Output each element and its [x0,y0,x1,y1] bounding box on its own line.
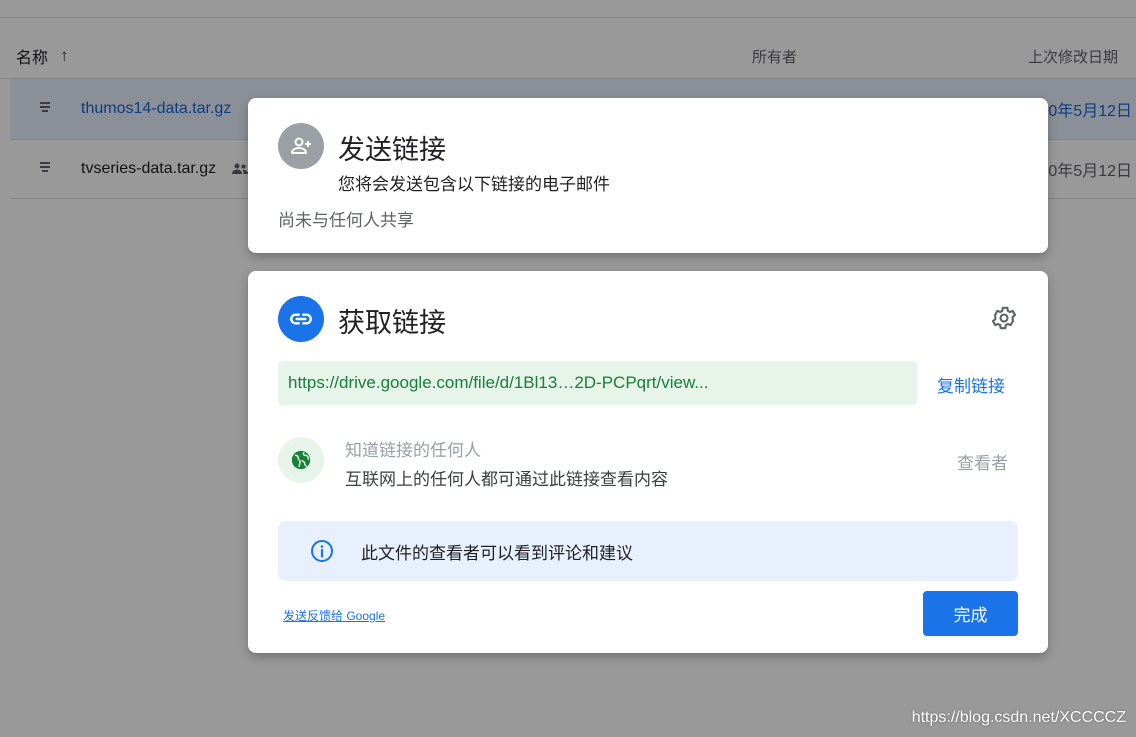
person-add-icon [278,123,324,169]
done-button[interactable]: 完成 [923,591,1018,636]
link-icon [278,296,324,342]
gear-icon[interactable] [990,304,1018,332]
share-status[interactable]: 尚未与任何人共享 [278,206,414,231]
info-banner: 此文件的查看者可以看到评论和建议 [278,521,1018,581]
send-link-description: 您将会发送包含以下链接的电子邮件 [338,175,610,194]
info-icon [311,540,333,562]
link-access-dropdown[interactable]: 知道链接的任何人 [345,436,481,461]
send-link-title: 发送链接 [338,135,446,165]
send-link-card: 发送链接 您将会发送包含以下链接的电子邮件 尚未与任何人共享 [248,98,1048,253]
link-url-field[interactable]: https://drive.google.com/file/d/1Bl13…2D… [278,361,917,405]
send-feedback-link[interactable]: 发送反馈给 Google [283,607,385,624]
globe-icon [278,437,324,483]
copy-link-button[interactable]: 复制链接 [937,372,1005,397]
watermark: https://blog.csdn.net/XCCCCZ [911,709,1126,726]
info-banner-text: 此文件的查看者可以看到评论和建议 [361,544,633,563]
link-access-description: 互联网上的任何人都可通过此链接查看内容 [345,470,668,489]
get-link-card: 获取链接 https://drive.google.com/file/d/1Bl… [248,271,1048,653]
get-link-title: 获取链接 [338,308,446,338]
link-role-dropdown[interactable]: 查看者 [957,449,1008,474]
link-url-text[interactable]: https://drive.google.com/file/d/1Bl13…2D… [288,373,907,393]
